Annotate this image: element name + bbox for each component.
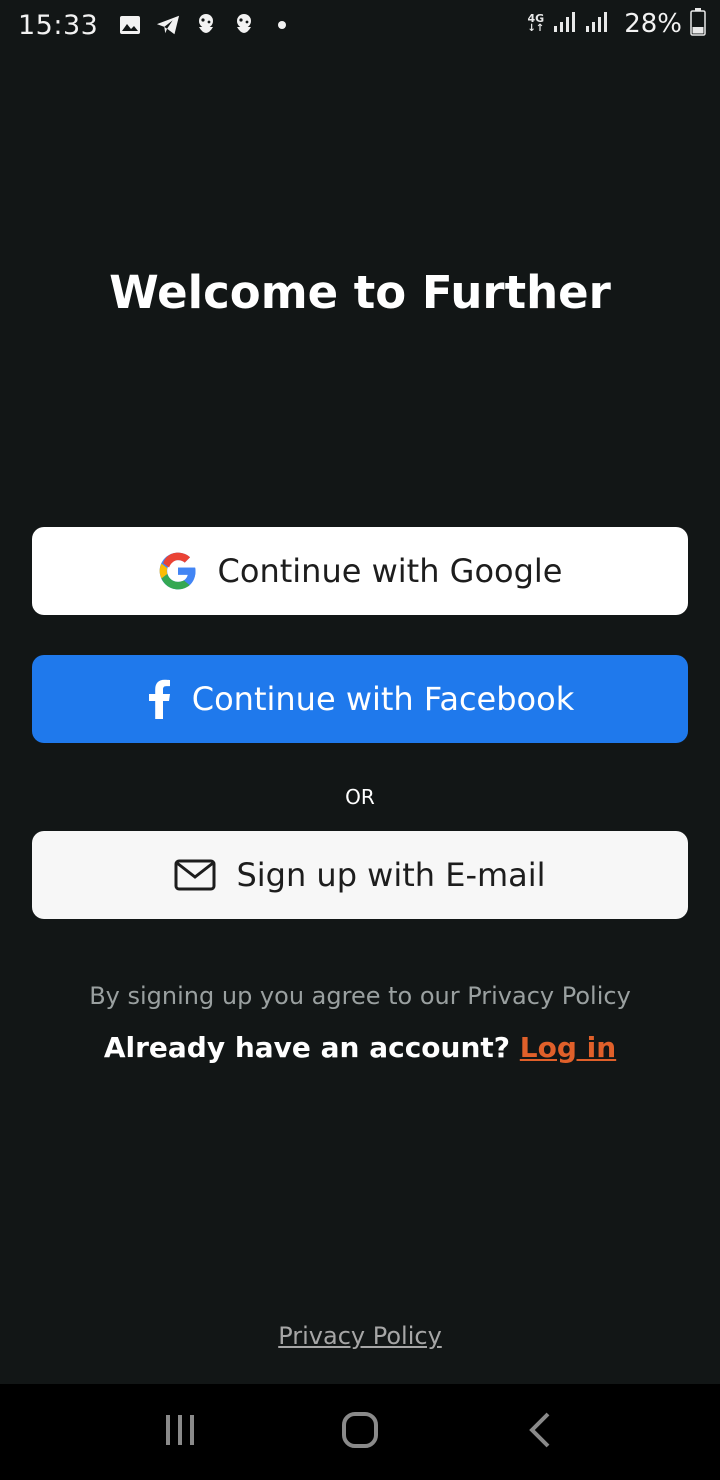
premier-league-icon: [194, 13, 218, 37]
data-arrows-icon: ↓↑: [527, 23, 545, 34]
network-type-indicator: 4G ↓↑: [527, 12, 545, 34]
log-in-link[interactable]: Log in: [520, 1031, 616, 1064]
back-button[interactable]: [510, 1402, 570, 1462]
signup-screen: 15:33 4G ↓↑ 28% Welcome to Further Conti…: [0, 0, 720, 1480]
page-title: Welcome to Further: [109, 266, 611, 319]
continue-with-facebook-button[interactable]: Continue with Facebook: [32, 655, 688, 743]
home-button[interactable]: [330, 1402, 390, 1462]
google-button-label: Continue with Google: [217, 552, 563, 590]
status-time: 15:33: [18, 9, 99, 41]
gallery-icon: [118, 13, 142, 37]
continue-with-google-button[interactable]: Continue with Google: [32, 527, 688, 615]
notification-icons: [118, 13, 294, 37]
signal-icon: [584, 10, 608, 38]
battery-icon: [690, 8, 706, 40]
facebook-button-label: Continue with Facebook: [191, 680, 575, 718]
premier-league-icon: [232, 13, 256, 37]
status-bar: 15:33 4G ↓↑ 28%: [0, 0, 720, 50]
recents-button[interactable]: [150, 1402, 210, 1462]
email-button-label: Sign up with E-mail: [236, 856, 546, 894]
have-account-line: Already have an account? Log in: [0, 1031, 720, 1064]
agreement-text: By signing up you agree to our Privacy P…: [89, 982, 631, 1010]
or-divider: OR: [345, 785, 375, 809]
recents-icon: [163, 1413, 197, 1451]
mail-icon: [174, 859, 216, 891]
telegram-icon: [156, 13, 180, 37]
system-icons: 4G ↓↑ 28%: [527, 8, 706, 40]
system-nav-bar: [0, 1384, 720, 1480]
home-icon: [341, 1411, 379, 1453]
google-icon: [158, 551, 198, 591]
back-icon: [528, 1412, 552, 1452]
have-account-text: Already have an account?: [103, 1031, 511, 1064]
dot-icon: [270, 13, 294, 37]
privacy-policy-link[interactable]: Privacy Policy: [0, 1322, 720, 1350]
battery-percentage: 28%: [624, 9, 682, 39]
sign-up-with-email-button[interactable]: Sign up with E-mail: [32, 831, 688, 919]
facebook-icon: [146, 679, 172, 719]
signal-icon: [552, 10, 576, 38]
